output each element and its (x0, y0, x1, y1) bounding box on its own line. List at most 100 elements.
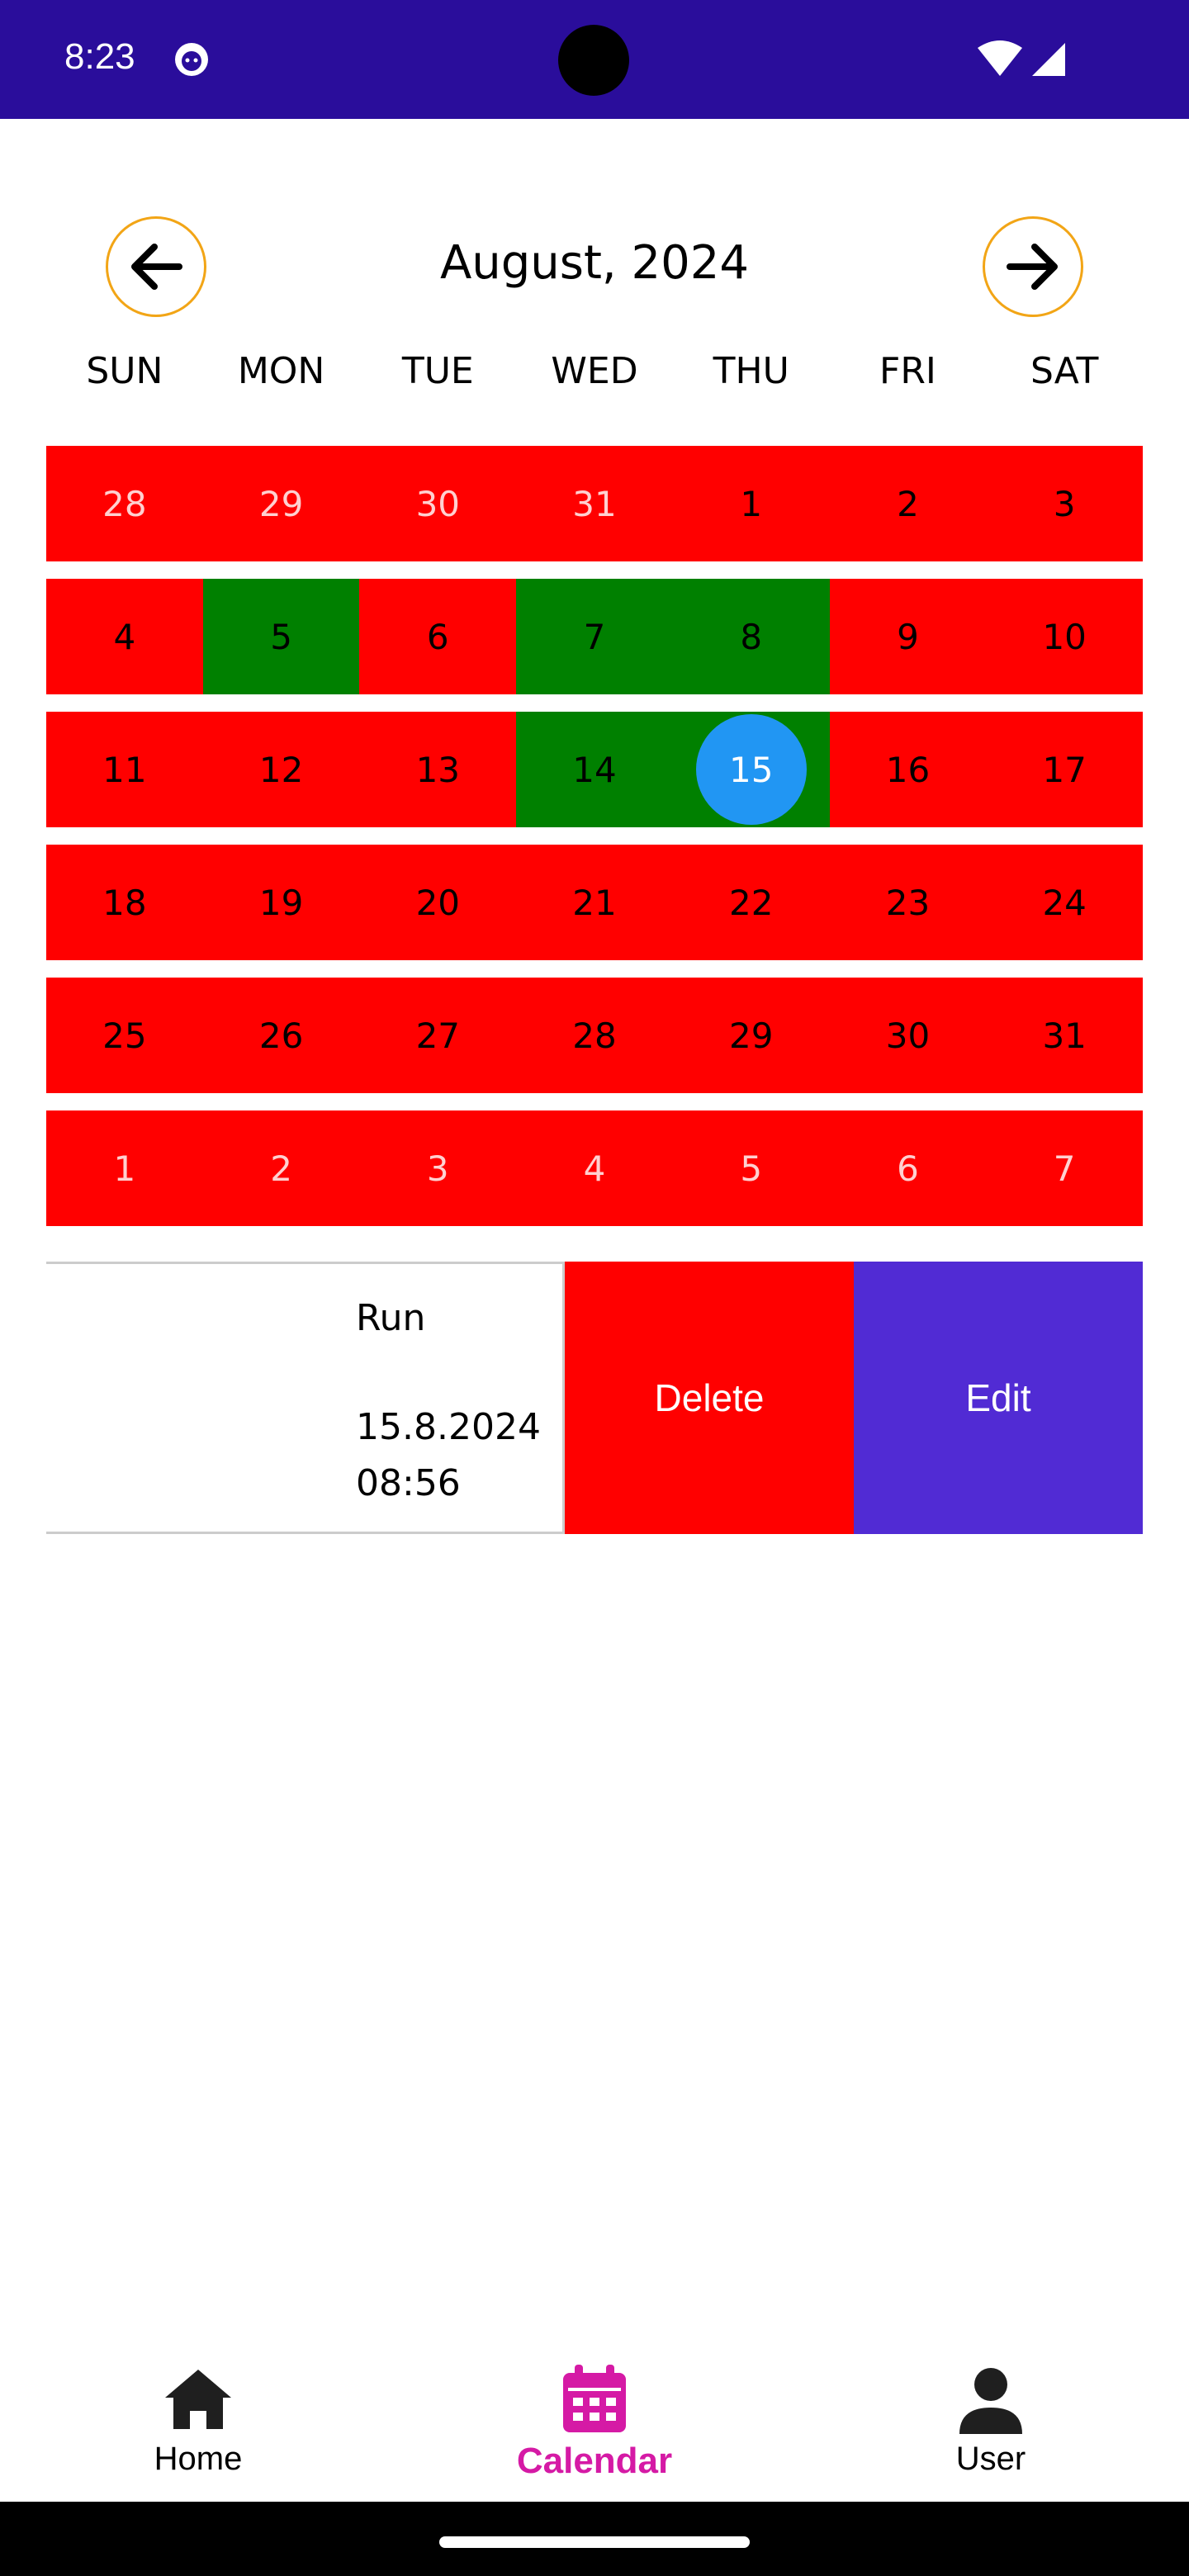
day-number: 5 (270, 616, 292, 657)
calendar-grid: 28 29 30 31 1 2 3 4 5 6 7 8 9 10 11 12 13 14 15 16 17 18 19 20 2… (46, 446, 1144, 1243)
day-number: 29 (729, 1015, 774, 1056)
day-cell[interactable]: 30 (829, 978, 987, 1093)
day-cell[interactable]: 23 (829, 845, 987, 960)
day-number: 24 (1042, 882, 1087, 923)
day-cell[interactable]: 30 (359, 446, 517, 561)
day-number: 31 (1042, 1015, 1087, 1056)
day-cell[interactable]: 13 (359, 712, 517, 827)
day-number: 13 (415, 749, 461, 790)
day-cell-today[interactable]: 15 (672, 712, 830, 827)
day-number: 5 (740, 1148, 763, 1189)
tab-calendar-label: Calendar (516, 2441, 673, 2481)
day-cell[interactable]: 26 (202, 978, 360, 1093)
status-time: 8:23 (64, 36, 135, 77)
weekday-label: THU (713, 350, 789, 392)
day-number: 30 (885, 1015, 931, 1056)
day-cell[interactable]: 29 (672, 978, 830, 1093)
tab-calendar[interactable]: Calendar (471, 2361, 718, 2485)
day-cell[interactable]: 28 (46, 446, 203, 561)
day-number: 21 (572, 882, 617, 923)
day-cell[interactable]: 5 (672, 1110, 830, 1226)
day-cell[interactable]: 4 (516, 1110, 673, 1226)
day-cell[interactable]: 2 (829, 446, 987, 561)
day-cell[interactable]: 3 (359, 1110, 517, 1226)
day-number: 3 (1053, 483, 1076, 524)
day-cell[interactable]: 1 (672, 446, 830, 561)
status-bar: 8:23 (0, 0, 1189, 119)
day-number: 23 (885, 882, 931, 923)
delete-button[interactable]: Delete (565, 1262, 854, 1534)
day-cell[interactable]: 9 (829, 579, 987, 694)
day-number: 8 (740, 616, 763, 657)
day-cell[interactable]: 29 (202, 446, 360, 561)
tab-user-label: User (955, 2441, 1026, 2477)
event-item: Run 15.8.2024 08:56 Delete Edit (46, 1262, 1143, 1534)
day-cell[interactable]: 3 (986, 446, 1144, 561)
day-number: 19 (258, 882, 304, 923)
notification-app-icon (175, 43, 208, 76)
day-number: 1 (740, 483, 763, 524)
day-cell[interactable]: 31 (986, 978, 1144, 1093)
event-name: Run (356, 1297, 426, 1339)
day-cell[interactable]: 2 (202, 1110, 360, 1226)
week-row: 1 2 3 4 5 6 7 (46, 1110, 1144, 1226)
day-number: 31 (572, 483, 617, 524)
day-cell[interactable]: 6 (359, 579, 517, 694)
day-cell[interactable]: 31 (516, 446, 673, 561)
day-number: 4 (583, 1148, 606, 1189)
month-title: August, 2024 (439, 236, 750, 290)
day-number: 2 (270, 1148, 292, 1189)
day-cell[interactable]: 6 (829, 1110, 987, 1226)
week-row: 25 26 27 28 29 30 31 (46, 978, 1144, 1093)
tab-user[interactable]: User (867, 2361, 1115, 2485)
day-cell[interactable]: 12 (202, 712, 360, 827)
day-cell[interactable]: 5 (202, 579, 360, 694)
weekday-label: SUN (86, 350, 163, 392)
day-number: 14 (572, 749, 617, 790)
day-number: 17 (1042, 749, 1087, 790)
day-cell[interactable]: 7 (986, 1110, 1144, 1226)
day-cell[interactable]: 16 (829, 712, 987, 827)
event-time: 08:56 (356, 1462, 461, 1504)
day-cell[interactable]: 21 (516, 845, 673, 960)
home-icon (165, 2370, 231, 2429)
day-cell[interactable]: 17 (986, 712, 1144, 827)
day-cell[interactable]: 14 (516, 712, 673, 827)
signal-icon (1032, 43, 1065, 76)
day-number: 29 (258, 483, 304, 524)
day-cell[interactable]: 22 (672, 845, 830, 960)
day-cell[interactable]: 8 (672, 579, 830, 694)
day-number: 9 (897, 616, 919, 657)
bottom-tab-bar: Home Calendar User (0, 2328, 1189, 2502)
tab-home[interactable]: Home (74, 2361, 322, 2485)
edit-button[interactable]: Edit (854, 1262, 1143, 1534)
weekday-label: WED (551, 350, 638, 392)
day-cell[interactable]: 11 (46, 712, 203, 827)
day-number: 20 (415, 882, 461, 923)
user-icon (959, 2368, 1022, 2434)
day-cell[interactable]: 18 (46, 845, 203, 960)
day-number: 22 (729, 882, 774, 923)
week-row: 28 29 30 31 1 2 3 (46, 446, 1144, 561)
day-cell[interactable]: 1 (46, 1110, 203, 1226)
day-cell[interactable]: 20 (359, 845, 517, 960)
event-card[interactable]: Run 15.8.2024 08:56 (46, 1262, 565, 1534)
day-number: 11 (102, 749, 147, 790)
day-cell[interactable]: 27 (359, 978, 517, 1093)
event-date: 15.8.2024 (356, 1406, 541, 1448)
day-number: 26 (258, 1015, 304, 1056)
gesture-handle[interactable] (439, 2536, 750, 2548)
day-cell[interactable]: 24 (986, 845, 1144, 960)
day-cell[interactable]: 10 (986, 579, 1144, 694)
day-cell[interactable]: 25 (46, 978, 203, 1093)
weekday-label: SAT (1030, 350, 1099, 392)
day-cell[interactable]: 4 (46, 579, 203, 694)
previous-month-button[interactable] (106, 216, 206, 317)
next-month-button[interactable] (983, 216, 1083, 317)
day-number: 1 (113, 1148, 136, 1189)
day-cell[interactable]: 19 (202, 845, 360, 960)
weekday-label: MON (237, 350, 325, 392)
day-number: 18 (102, 882, 147, 923)
day-cell[interactable]: 28 (516, 978, 673, 1093)
day-cell[interactable]: 7 (516, 579, 673, 694)
